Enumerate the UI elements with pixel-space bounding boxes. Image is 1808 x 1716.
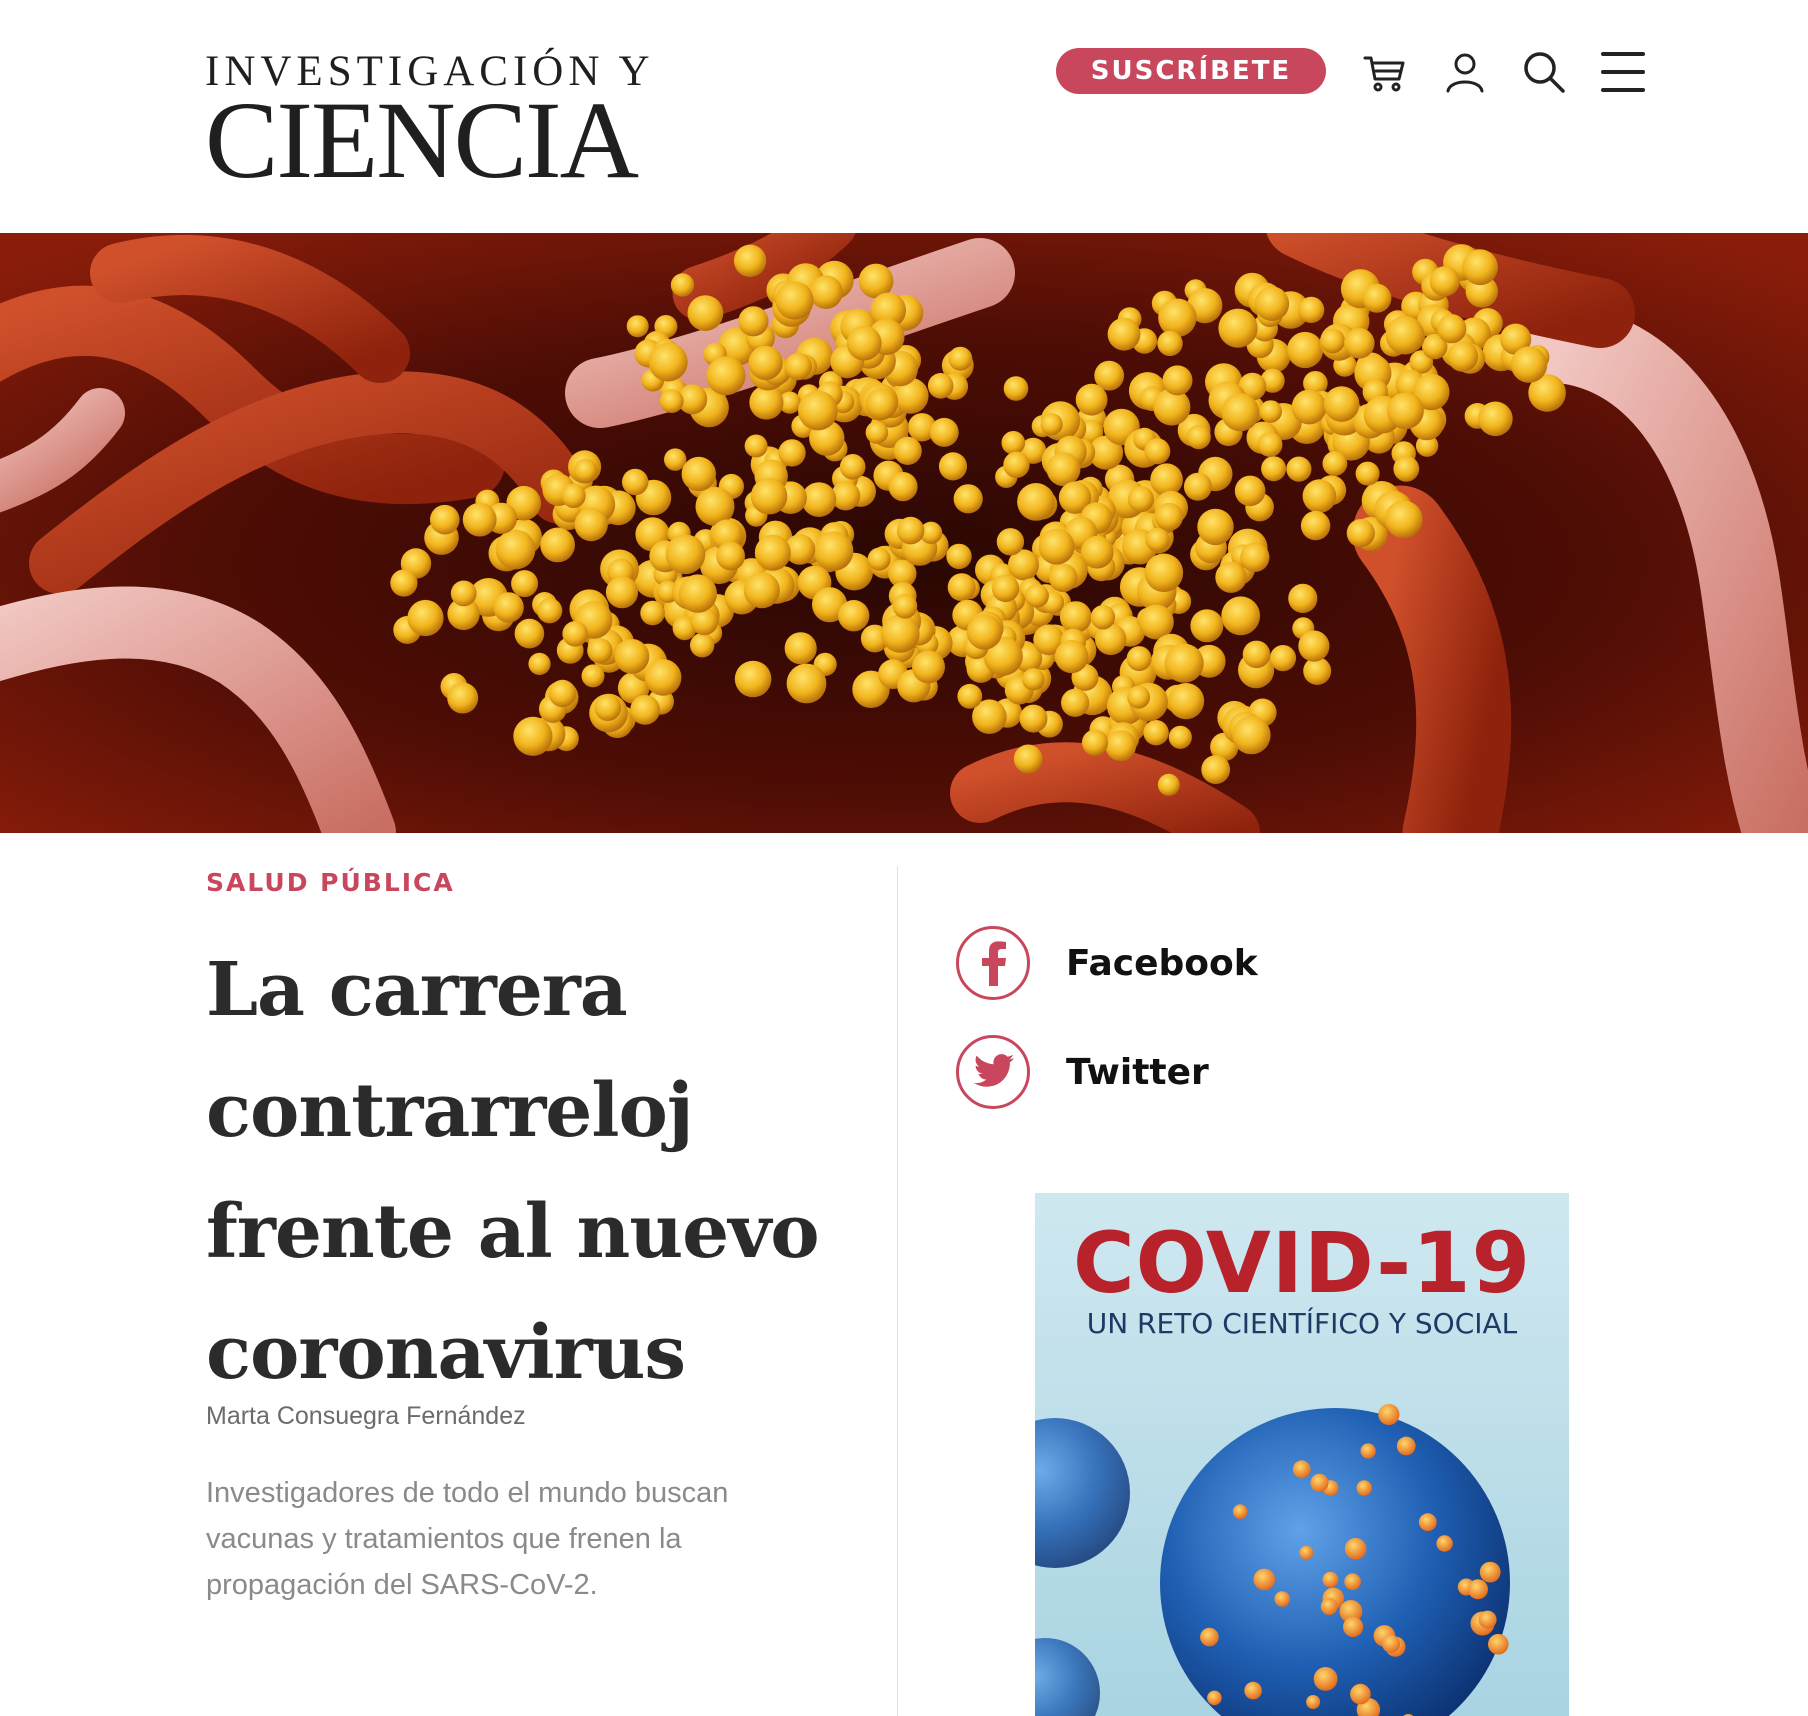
facebook-label: Facebook (1066, 942, 1258, 984)
book-subtitle: UN RETO CIENTÍFICO Y SOCIAL (1086, 1307, 1518, 1340)
share-twitter[interactable]: Twitter (956, 1035, 1209, 1109)
book-title: COVID-19 (1072, 1214, 1532, 1312)
article-page: INVESTIGACIÓN Y CIENCIA SUSCRÍBETE SALUD… (0, 0, 1808, 1716)
twitter-label: Twitter (1066, 1051, 1209, 1093)
menu-icon[interactable] (1596, 45, 1650, 99)
user-icon[interactable] (1438, 45, 1492, 99)
twitter-icon (956, 1035, 1030, 1109)
cart-icon[interactable] (1358, 45, 1412, 99)
subscribe-button[interactable]: SUSCRÍBETE (1056, 48, 1326, 94)
article-category[interactable]: SALUD PÚBLICA (206, 868, 455, 897)
article-title: La carrera contrarreloj frente al nuevo … (206, 947, 820, 1396)
search-icon[interactable] (1517, 45, 1571, 99)
book-cover[interactable]: COVID-19 UN RETO CIENTÍFICO Y SOCIAL (1035, 1193, 1569, 1716)
facebook-icon (956, 926, 1030, 1000)
share-facebook[interactable]: Facebook (956, 926, 1258, 1000)
site-header: INVESTIGACIÓN Y CIENCIA SUSCRÍBETE (0, 0, 1808, 233)
article-summary: Investigadores de todo el mundo buscan v… (206, 1477, 729, 1601)
hero-image (0, 233, 1808, 833)
site-logo[interactable]: INVESTIGACIÓN Y CIENCIA (205, 50, 655, 201)
logo-line-2: CIENCIA (205, 79, 639, 201)
column-divider (897, 866, 898, 1716)
article-author[interactable]: Marta Consuegra Fernández (206, 1402, 526, 1431)
